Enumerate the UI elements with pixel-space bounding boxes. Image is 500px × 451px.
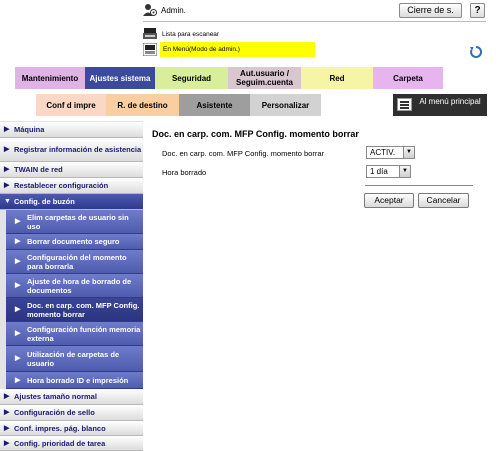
delete-time-value: 1 día: [370, 167, 388, 176]
tab-aut-usuario[interactable]: Aut.usuario / Seguim.cuenta: [228, 67, 301, 89]
header-divider: [143, 21, 486, 22]
admin-mode-banner: En Menú(Modo de admin.): [160, 42, 315, 57]
arrow-right-icon: ▶: [15, 330, 21, 337]
arrow-right-icon: ▶: [15, 355, 21, 362]
sidebar-subitem-momento-borrarla[interactable]: ▶ Configuración del momento para borrarla: [6, 250, 143, 274]
sidebar-subitem-hora-borrado-id[interactable]: ▶ Hora borrado ID e impresión: [6, 372, 143, 389]
delete-setting-label: Doc. en carp. com. MFP Config. momento b…: [162, 149, 325, 158]
sidebar-subitem-elim-carpetas[interactable]: ▶ Elim carpetas de usuario sin uso: [6, 210, 143, 234]
sidebar-item-label: Configuración de sello: [14, 408, 95, 417]
sidebar-item-config-buzon[interactable]: ▼ Config. de buzón: [0, 194, 143, 210]
sidebar-item-label: Hora borrado ID e impresión: [27, 375, 129, 385]
arrow-right-icon: ▶: [15, 306, 21, 313]
sidebar-item-maquina[interactable]: ▶ Máquina: [0, 122, 143, 138]
tab-red[interactable]: Red: [301, 67, 373, 89]
sidebar-item-label: Borrar documento seguro: [27, 237, 120, 246]
chevron-down-icon: ▼: [403, 147, 414, 158]
sidebar-subitem-borrar-seguro[interactable]: ▶ Borrar documento seguro: [6, 234, 143, 250]
delete-setting-select[interactable]: ACTIV. ▼: [366, 146, 415, 159]
tab-seguridad[interactable]: Seguridad: [155, 67, 228, 89]
arrow-right-icon: ▶: [4, 439, 10, 447]
tab-carpeta[interactable]: Carpeta: [373, 67, 443, 89]
arrow-right-icon: ▶: [4, 146, 10, 153]
sidebar-subitem-carpetas-usuario[interactable]: ▶ Utilización de carpetas de usuario: [6, 346, 143, 372]
sidebar-item-sello[interactable]: ▶ Configuración de sello: [0, 405, 143, 421]
home-icon: [397, 98, 412, 111]
arrow-right-icon: ▶: [15, 238, 21, 245]
arrow-right-icon: ▶: [4, 182, 10, 189]
sidebar-item-prioridad-tarea[interactable]: ▶ Config. prioridad de tarea: [0, 436, 143, 451]
logout-button[interactable]: Cierre de s.: [399, 3, 462, 18]
printer-status-icon: [143, 28, 157, 40]
page-title: Doc. en carp. com. MFP Config. momento b…: [152, 129, 359, 139]
sidebar-item-label: Máquina: [14, 125, 45, 134]
sidebar-item-label: Config. prioridad de tarea: [14, 438, 106, 448]
arrow-right-icon: ▶: [4, 409, 10, 416]
delete-time-label: Hora borrado: [162, 168, 207, 177]
sidebar-subitem-memoria-externa[interactable]: ▶ Configuración función memoria externa: [6, 322, 143, 346]
help-button[interactable]: ?: [470, 3, 485, 18]
sidebar-subitem-hora-borrado-docs[interactable]: ▶ Ajuste de hora de borrado de documentos: [6, 274, 143, 298]
arrow-right-icon: ▶: [4, 166, 10, 173]
sidebar-item-label: Configuración del momento para borrarla: [27, 252, 127, 271]
arrow-right-icon: ▶: [15, 258, 21, 265]
sidebar-item-label: Ajuste de hora de borrado de documentos: [27, 276, 132, 295]
arrow-right-icon: ▶: [15, 218, 21, 225]
tab-mantenimiento[interactable]: Mantenimiento: [15, 67, 85, 89]
arrow-down-icon: ▼: [4, 198, 11, 205]
sidebar-item-asistencia[interactable]: ▶ Registrar información de asistencia: [0, 138, 143, 162]
sidebar-item-label: Configuración función memoria externa: [27, 324, 141, 343]
arrow-right-icon: ▶: [15, 376, 21, 384]
sidebar-item-label: TWAIN de red: [14, 165, 63, 174]
cancel-button[interactable]: Cancelar: [418, 193, 469, 208]
arrow-right-icon: ▶: [4, 393, 10, 400]
chevron-down-icon: ▼: [399, 166, 410, 177]
sidebar-item-label: Utilización de carpetas de usuario: [27, 349, 120, 368]
tab-personalizar[interactable]: Personalizar: [250, 94, 321, 116]
sidebar-item-label: Restablecer configuración: [14, 181, 109, 190]
mode-icon: [142, 42, 158, 57]
sidebar-item-label: Config. de buzón: [14, 197, 75, 206]
refresh-icon[interactable]: [469, 45, 483, 59]
delete-time-select[interactable]: 1 día ▼: [366, 165, 411, 178]
sidebar-item-label: Conf. impres. pág. blanco: [14, 423, 106, 433]
sidebar-subitem-doc-carp-com[interactable]: ▶ Doc. en carp. com. MFP Config. momento …: [6, 298, 143, 322]
sidebar-item-restablecer[interactable]: ▶ Restablecer configuración: [0, 178, 143, 194]
arrow-right-icon: ▶: [4, 424, 10, 432]
tab-ajustes-sistema[interactable]: Ajustes sistema: [85, 67, 155, 89]
scan-status-text: Lista para escanear: [162, 31, 220, 38]
sidebar-item-twain[interactable]: ▶ TWAIN de red: [0, 162, 143, 178]
tab-r-destino[interactable]: R. de destino: [106, 94, 179, 116]
sidebar-item-tamano-normal[interactable]: ▶ Ajustes tamaño normal: [0, 389, 143, 405]
admin-user-label: Admin.: [161, 6, 186, 15]
accept-button[interactable]: Aceptar: [364, 193, 414, 208]
sidebar-item-label: Elim carpetas de usuario sin uso: [27, 212, 129, 231]
sidebar-item-label: Registrar información de asistencia: [14, 145, 142, 154]
sidebar-item-label: Ajustes tamaño normal: [14, 392, 97, 401]
sidebar-item-pag-blanco[interactable]: ▶ Conf. impres. pág. blanco: [0, 421, 143, 436]
main-menu-button[interactable]: Al menú principal: [393, 94, 487, 116]
form-divider: [365, 185, 473, 186]
main-menu-label: Al menú principal: [419, 97, 481, 106]
tab-asistente[interactable]: Asistente: [179, 94, 250, 116]
admin-icon: [143, 3, 157, 17]
tab-conf-impre[interactable]: Conf d impre: [36, 94, 106, 116]
arrow-right-icon: ▶: [4, 126, 10, 133]
arrow-right-icon: ▶: [15, 282, 21, 289]
sidebar-item-label: Doc. en carp. com. MFP Config. momento b…: [27, 300, 140, 319]
delete-setting-value: ACTIV.: [370, 148, 396, 157]
